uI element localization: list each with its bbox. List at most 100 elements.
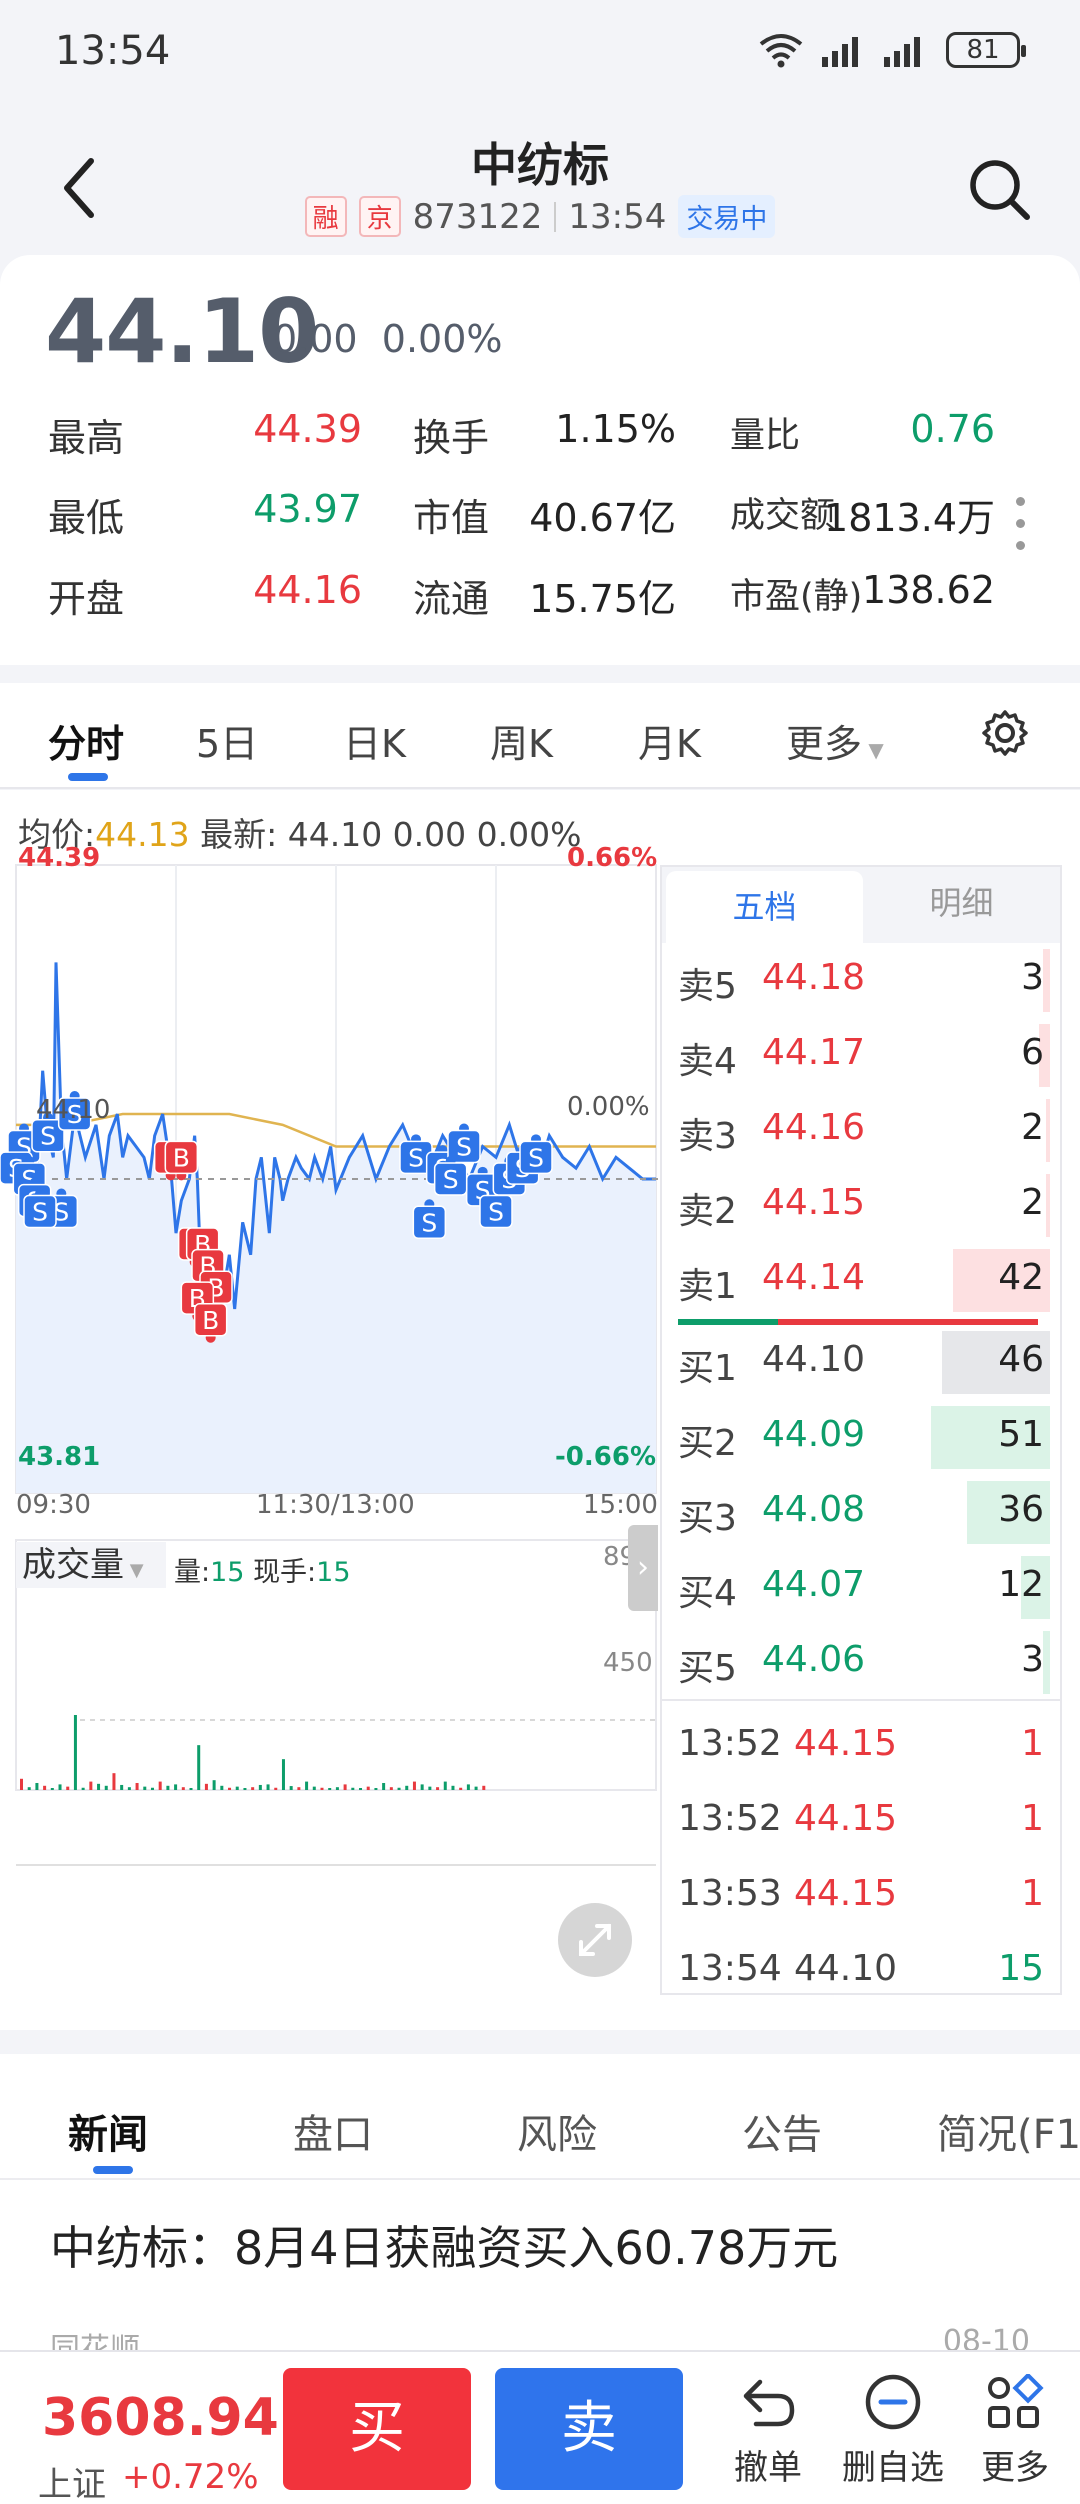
axis-high-pct: 0.66% bbox=[567, 843, 658, 873]
index-value[interactable]: 3608.94 bbox=[42, 2388, 279, 2448]
tick-volume: 1 bbox=[1021, 1798, 1044, 1839]
remove-watchlist-button[interactable]: 删自选 bbox=[838, 2374, 948, 2489]
svg-text:S: S bbox=[32, 1197, 48, 1226]
volume-bar bbox=[443, 1781, 447, 1790]
volume-bar bbox=[135, 1782, 139, 1790]
ask-level-row[interactable]: 卖2 44.15 2 bbox=[662, 1168, 1060, 1243]
volume-indicator-select[interactable]: 成交量 ▼ bbox=[16, 1542, 166, 1588]
volume-bar bbox=[343, 1784, 347, 1790]
bid-level-row[interactable]: 买4 44.07 12 bbox=[662, 1550, 1060, 1625]
stock-header: 中纺标 融 京 873122 13:54 交易中 bbox=[0, 105, 1080, 255]
volume-value: 15 bbox=[210, 1557, 245, 1588]
level-label: 买5 bbox=[678, 1648, 737, 1689]
volume-bar bbox=[281, 1759, 285, 1790]
time-end: 15:00 bbox=[583, 1490, 658, 1520]
volume-bar bbox=[474, 1786, 478, 1790]
volume-bar bbox=[405, 1785, 409, 1790]
level-label: 卖3 bbox=[678, 1116, 737, 1157]
volume-bar bbox=[382, 1782, 386, 1790]
collapse-handle-chevron-icon[interactable]: › bbox=[628, 1525, 658, 1611]
level-label: 卖1 bbox=[678, 1266, 737, 1307]
stat-value: 1.15% bbox=[555, 407, 676, 451]
tab-five-levels[interactable]: 五档 bbox=[666, 871, 863, 943]
intraday-chart[interactable]: SSSSSSSSBBBBBBBBSSSSSSSSSS bbox=[0, 790, 660, 2030]
volume-bar bbox=[181, 1787, 185, 1790]
tab-underline bbox=[68, 773, 108, 781]
bid-level-row[interactable]: 买2 44.09 51 bbox=[662, 1400, 1060, 1475]
signal-icon bbox=[822, 37, 858, 67]
stat-label: 最高 bbox=[48, 416, 125, 460]
ticks-divider bbox=[662, 1699, 1060, 1701]
volume-bar bbox=[335, 1787, 339, 1790]
volume-bar bbox=[451, 1785, 455, 1790]
news-item[interactable]: 中纺标：8月4日获融资买入60.78万元 同花顺 08-10 bbox=[0, 2180, 1080, 2350]
sell-button[interactable]: 卖 bbox=[495, 2368, 683, 2490]
volume-bar bbox=[297, 1787, 301, 1790]
bid-level-row[interactable]: 买5 44.06 3 bbox=[662, 1625, 1060, 1700]
volume-bar bbox=[366, 1786, 370, 1790]
tab-daily-k[interactable]: 日K bbox=[343, 713, 406, 768]
remove-watchlist-label: 删自选 bbox=[842, 2448, 944, 2488]
tab-news[interactable]: 新闻 bbox=[68, 2102, 148, 2160]
stat-value: 1813.4万 bbox=[824, 496, 995, 540]
more-menu-button[interactable]: 更多 bbox=[960, 2372, 1070, 2489]
minus-circle-icon bbox=[865, 2374, 921, 2430]
news-source: 同花顺 bbox=[50, 2332, 140, 2350]
tick-volume: 1 bbox=[1021, 1723, 1044, 1764]
tab-profile[interactable]: 简况(F1 bbox=[937, 2102, 1080, 2160]
tab-announcements[interactable]: 公告 bbox=[742, 2102, 822, 2160]
tab-trade-details[interactable]: 明细 bbox=[863, 867, 1060, 943]
volume-bar bbox=[274, 1787, 278, 1790]
more-dots-icon[interactable] bbox=[1016, 497, 1028, 557]
volume-bar bbox=[220, 1785, 224, 1790]
search-icon[interactable] bbox=[965, 155, 1035, 225]
volume-bar bbox=[482, 1785, 486, 1790]
level-volume: 12 bbox=[998, 1564, 1044, 1605]
divider bbox=[554, 201, 557, 232]
ask-level-row[interactable]: 卖5 44.18 3 bbox=[662, 943, 1060, 1018]
level-volume: 51 bbox=[998, 1414, 1044, 1455]
tab-risk[interactable]: 风险 bbox=[517, 2102, 597, 2160]
tab-5day[interactable]: 5日 bbox=[196, 713, 258, 768]
svg-text:S: S bbox=[408, 1143, 424, 1172]
index-change: +0.72% bbox=[122, 2457, 259, 2497]
svg-text:S: S bbox=[421, 1208, 437, 1237]
ask-level-row[interactable]: 卖4 44.17 6 bbox=[662, 1018, 1060, 1093]
axis-ref-price: 44.10 bbox=[36, 1095, 111, 1125]
svg-text:S: S bbox=[456, 1133, 472, 1162]
stat-value: 0.76 bbox=[910, 407, 995, 451]
level-label: 买2 bbox=[678, 1423, 737, 1464]
ask-level-row[interactable]: 卖3 44.16 2 bbox=[662, 1093, 1060, 1168]
level-price: 44.18 bbox=[762, 957, 866, 998]
stat-label: 市盈(静) bbox=[730, 577, 863, 617]
level-label: 卖4 bbox=[678, 1041, 737, 1082]
volume-bar bbox=[189, 1788, 193, 1790]
volume-bar bbox=[66, 1786, 70, 1790]
ask-level-row[interactable]: 卖1 44.14 42 bbox=[662, 1243, 1060, 1318]
buy-button[interactable]: 买 bbox=[283, 2368, 471, 2490]
tab-monthly-k[interactable]: 月K bbox=[638, 713, 701, 768]
settings-gear-icon[interactable] bbox=[980, 708, 1030, 758]
volume-bar bbox=[359, 1788, 363, 1790]
volume-bar bbox=[389, 1787, 393, 1790]
price-change: 0.00 0.00% bbox=[273, 317, 503, 361]
news-tabs: 新闻 盘口 风险 公告 简况(F1 bbox=[0, 2030, 1080, 2180]
tab-weekly-k[interactable]: 周K bbox=[490, 713, 553, 768]
tick-time: 13:52 bbox=[678, 1798, 782, 1839]
stock-name: 中纺标 bbox=[471, 138, 609, 192]
cancel-order-button[interactable]: 撤单 bbox=[713, 2374, 823, 2489]
tab-market-data[interactable]: 盘口 bbox=[293, 2102, 373, 2160]
tick-price: 44.15 bbox=[794, 1723, 898, 1764]
bid-level-row[interactable]: 买1 44.10 46 bbox=[662, 1325, 1060, 1400]
news-headline[interactable]: 中纺标：8月4日获融资买入60.78万元 bbox=[50, 2212, 838, 2278]
trade-tick-row: 13:52 44.15 1 bbox=[662, 1784, 1060, 1859]
bid-level-row[interactable]: 买3 44.08 36 bbox=[662, 1475, 1060, 1550]
caret-down-icon: ▼ bbox=[862, 738, 884, 762]
volume-bar bbox=[312, 1786, 316, 1790]
quote-card: 44.10 0.00 0.00% 最高 44.39 换手 1.15% 量比 0.76 最低 4… bbox=[0, 255, 1080, 665]
tick-price: 44.15 bbox=[794, 1873, 898, 1914]
volume-bar bbox=[50, 1788, 54, 1790]
level-volume: 2 bbox=[1021, 1182, 1044, 1223]
tab-intraday[interactable]: 分时 bbox=[48, 713, 124, 768]
tab-more[interactable]: 更多 ▼ bbox=[786, 713, 884, 768]
